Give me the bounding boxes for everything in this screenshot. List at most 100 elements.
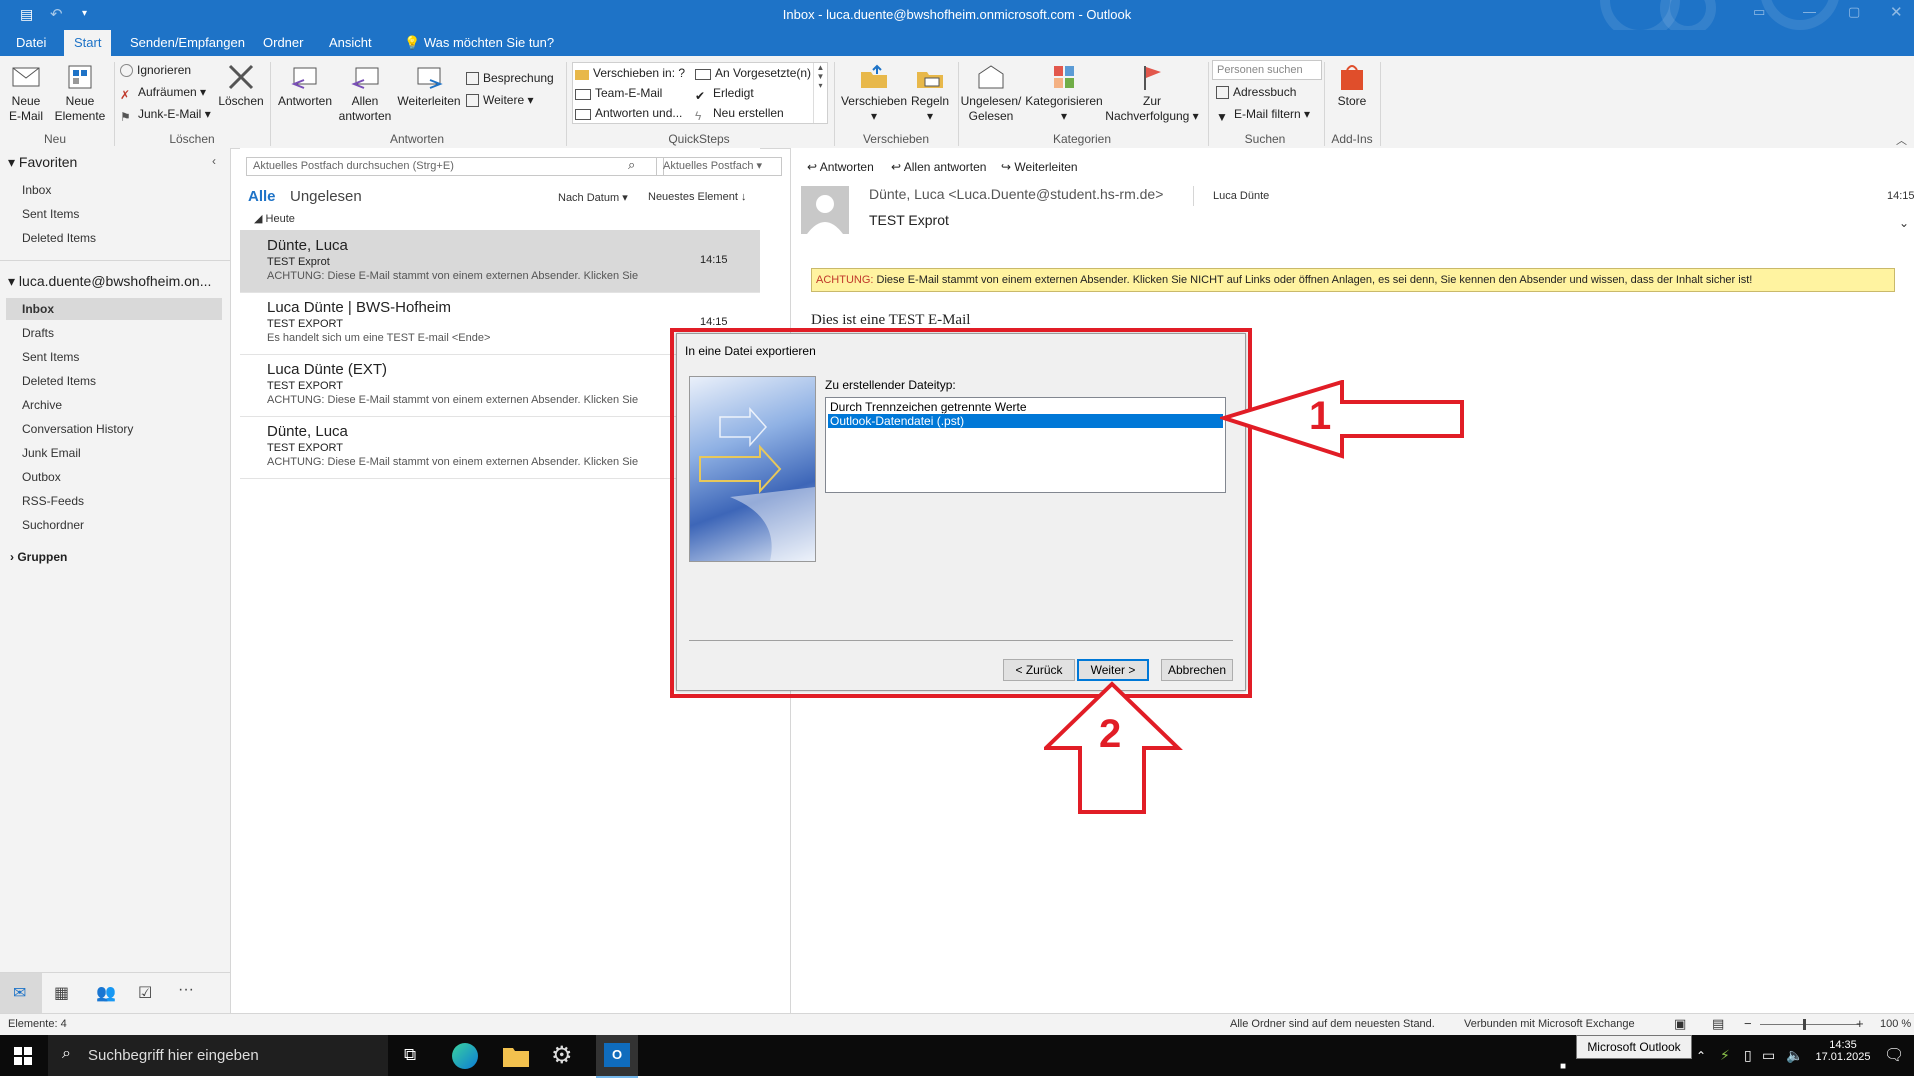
qs-reply-delete[interactable]: Antworten und... [575,103,682,123]
tab-home[interactable]: Start [64,30,112,56]
folder-conversation-history[interactable]: Conversation History [22,418,222,440]
filter-email-button[interactable]: ▼ E-Mail filtern ▾ [1216,104,1310,124]
qs-team-email[interactable]: Team-E-Mail [575,83,662,103]
file-explorer-icon[interactable] [503,1045,529,1067]
more-modules-icon[interactable]: ··· [178,981,194,999]
tell-me-box[interactable]: 💡 Was möchten Sie tun? [394,30,564,56]
collapse-pane-icon[interactable]: ‹ [212,154,216,168]
tasks-icon[interactable]: ☑ [138,983,152,1003]
folder-outbox[interactable]: Outbox [22,466,222,488]
mail-icon[interactable]: ✉ [13,983,26,1003]
reading-forward-button[interactable]: ↪ Weiterleiten [1001,160,1078,174]
qs-create-new[interactable]: ϟ Neu erstellen [695,103,784,123]
reply-button[interactable]: Antworten [274,64,336,109]
qs-done[interactable]: ✔ Erledigt [695,83,754,103]
qs-to-manager[interactable]: An Vorgesetzte(n) [695,63,811,83]
maximize-icon[interactable]: ▢ [1848,4,1860,20]
search-icon[interactable]: ⌕ [628,157,635,173]
taskbar-search-box[interactable]: ⌕ Suchbegriff hier eingeben [48,1035,388,1076]
address-book-button[interactable]: Adressbuch [1216,82,1296,102]
expand-header-icon[interactable]: ⌄ [1899,216,1909,230]
unread-read-button[interactable]: Ungelesen/ Gelesen [960,64,1022,124]
battery-icon[interactable]: ▯ [1744,1047,1752,1064]
folder-drafts[interactable]: Drafts [22,322,222,344]
tray-overflow-icon[interactable]: ⌃ [1696,1049,1706,1063]
forward-button[interactable]: Weiterleiten [394,64,464,109]
meeting-button[interactable]: Besprechung [466,68,554,88]
volume-icon[interactable]: 🔈 [1786,1047,1803,1064]
ignore-button[interactable]: Ignorieren [120,60,191,80]
folder-deleted-items[interactable]: Deleted Items [22,370,222,392]
new-items-button[interactable]: Neue Elemente [52,64,108,124]
groups-header[interactable]: › Gruppen [10,550,67,564]
qs-new-label: Neu erstellen [713,106,784,120]
windows-start-icon[interactable] [14,1047,32,1065]
move-button[interactable]: Verschieben ▾ [838,64,910,124]
tray-app-icon[interactable]: ⚡ [1720,1047,1730,1064]
folder-search-folders[interactable]: Suchordner [22,514,222,536]
group-label-quicksteps: QuickSteps [668,132,730,146]
filter-unread[interactable]: Ungelesen [290,188,362,205]
task-view-icon[interactable]: ⧉ [404,1045,416,1065]
clock[interactable]: 14:35 17.01.2025 [1815,1039,1871,1063]
notification-center-icon[interactable]: 🗨 [1884,1045,1904,1065]
calendar-icon[interactable]: ▦ [54,983,69,1003]
search-input[interactable]: Aktuelles Postfach durchsuchen (Strg+E) [246,157,664,176]
folder-archive[interactable]: Archive [22,394,222,416]
reply-all-icon: ↩ [891,160,902,174]
rules-button[interactable]: Regeln ▾ [910,64,950,124]
outlook-tray-icon[interactable]: ■ [1560,1061,1566,1072]
zoom-in-icon[interactable]: + [1856,1016,1864,1031]
folder-rss-feeds[interactable]: RSS-Feeds [22,490,222,512]
fav-sent-items[interactable]: Sent Items [22,203,222,225]
followup-button[interactable]: Zur Nachverfolgung ▾ [1104,64,1200,124]
more-icon [466,94,479,107]
minimize-icon[interactable]: — [1803,4,1816,19]
cleanup-button[interactable]: ✗ Aufräumen ▾ [120,82,206,102]
reading-view-icon[interactable]: ▤ [1712,1016,1724,1032]
fav-inbox[interactable]: Inbox [22,179,222,201]
zoom-slider[interactable] [1760,1024,1860,1025]
zoom-out-icon[interactable]: − [1744,1016,1752,1031]
tab-folder[interactable]: Ordner [253,30,313,56]
edge-icon[interactable] [452,1043,478,1069]
tab-send-receive[interactable]: Senden/Empfangen [120,30,255,56]
people-search-input[interactable]: Personen suchen [1212,60,1322,80]
folder-inbox[interactable]: Inbox [6,298,222,320]
delete-button[interactable]: Löschen [216,64,266,109]
folder-junk-email[interactable]: Junk Email [22,442,222,464]
filter-all[interactable]: Alle [248,188,276,205]
more-respond-button[interactable]: Weitere ▾ [466,90,534,110]
reading-reply-all-button[interactable]: ↩ Allen antworten [891,160,986,174]
list-item[interactable]: Dünte, Luca TEST Exprot ACHTUNG: Diese E… [240,230,760,293]
reply-all-button[interactable]: Allen antworten [336,64,394,124]
people-icon[interactable]: 👥 [96,983,116,1003]
reading-reply-button[interactable]: ↩ Antworten [807,160,874,174]
account-header[interactable]: ▾ luca.duente@bwshofheim.on... [8,273,211,290]
store-button[interactable]: Store [1330,64,1374,109]
collapse-ribbon-icon[interactable]: ︿ [1896,132,1907,148]
store-label: Store [1337,94,1367,108]
group-header-today[interactable]: ◢ Heute [254,212,295,225]
new-email-button[interactable]: Neue E-Mail [4,64,48,124]
outlook-taskbar-button[interactable]: O [596,1035,638,1078]
ribbon-display-icon[interactable]: ▭ [1753,4,1765,20]
folder-sent-items[interactable]: Sent Items [22,346,222,368]
sort-by-dropdown[interactable]: Nach Datum ▾ [558,191,628,204]
fav-deleted-items[interactable]: Deleted Items [22,227,222,249]
tab-file[interactable]: Datei [6,30,56,56]
zoom-slider-thumb[interactable] [1803,1019,1806,1030]
quicksteps-scroll[interactable]: ▲ ▼ ▾ [813,63,827,123]
search-scope-dropdown[interactable]: Aktuelles Postfach ▾ [656,157,782,176]
categorize-button[interactable]: Kategorisieren ▾ [1024,64,1104,124]
favorites-header[interactable]: ▾ Favoriten [8,154,77,171]
close-icon[interactable]: ✕ [1890,3,1903,21]
normal-view-icon[interactable]: ▣ [1674,1016,1686,1032]
network-icon[interactable]: ▭ [1762,1047,1775,1064]
taskbar-tooltip: Microsoft Outlook [1576,1035,1692,1059]
settings-gear-icon[interactable]: ⚙ [551,1041,573,1070]
tab-view[interactable]: Ansicht [319,30,382,56]
sort-order-toggle[interactable]: Neuestes Element ↓ [648,191,746,203]
qs-move-to[interactable]: Verschieben in: ? [575,63,685,83]
junk-button[interactable]: ⚑ Junk-E-Mail ▾ [120,104,211,124]
